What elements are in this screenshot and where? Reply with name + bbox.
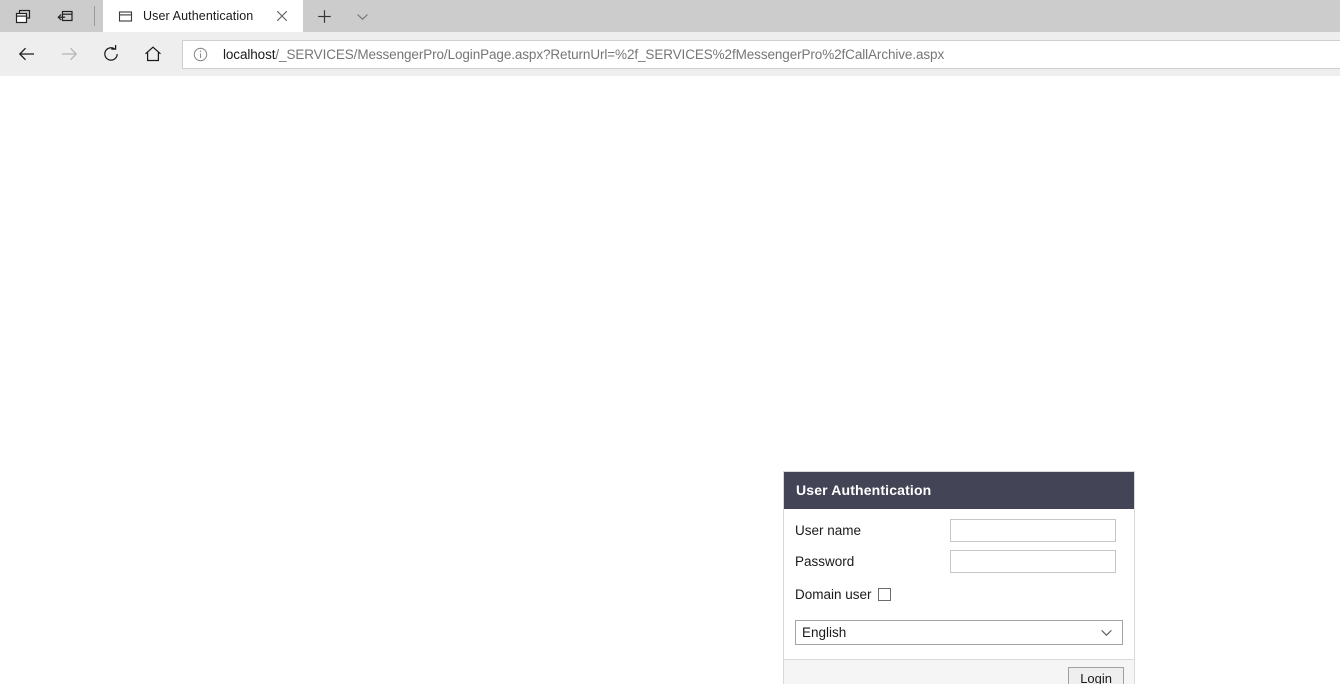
page-icon bbox=[117, 8, 133, 24]
page-viewport: User Authentication User name Password D… bbox=[0, 76, 1340, 684]
home-icon[interactable] bbox=[132, 35, 174, 73]
tab-user-authentication[interactable]: User Authentication bbox=[103, 0, 303, 32]
language-select[interactable]: English bbox=[795, 620, 1123, 645]
address-bar[interactable]: localhost/_SERVICES/MessengerPro/LoginPa… bbox=[182, 39, 1340, 69]
tab-strip-right-actions bbox=[303, 0, 379, 32]
forward-icon[interactable] bbox=[48, 35, 90, 73]
language-select-value: English bbox=[802, 625, 847, 640]
address-bar-url: localhost/_SERVICES/MessengerPro/LoginPa… bbox=[223, 47, 944, 62]
close-icon[interactable] bbox=[269, 3, 295, 29]
username-row: User name bbox=[795, 519, 1123, 542]
language-row: English bbox=[795, 620, 1123, 645]
login-button[interactable]: Login bbox=[1068, 667, 1124, 684]
domain-user-checkbox[interactable] bbox=[877, 588, 891, 601]
chevron-down-icon bbox=[1099, 625, 1114, 640]
password-input[interactable] bbox=[950, 550, 1116, 573]
back-icon[interactable] bbox=[6, 35, 48, 73]
tab-strip-divider bbox=[94, 6, 95, 26]
info-icon[interactable] bbox=[192, 46, 209, 63]
chevron-down-icon[interactable] bbox=[345, 0, 379, 32]
address-bar-path: /_SERVICES/MessengerPro/LoginPage.aspx?R… bbox=[275, 46, 945, 62]
new-tab-icon[interactable] bbox=[307, 0, 341, 32]
username-label: User name bbox=[795, 522, 862, 538]
tab-strip-left-actions bbox=[0, 0, 103, 32]
tab-title: User Authentication bbox=[143, 9, 254, 23]
tabs-set-aside-icon[interactable] bbox=[50, 1, 80, 31]
password-label: Password bbox=[795, 553, 855, 569]
login-card-footer: Login bbox=[784, 659, 1134, 684]
tab-strip: User Authentication bbox=[0, 0, 1340, 32]
address-bar-host: localhost bbox=[223, 46, 276, 62]
browser-window: User Authentication localhost/_SERVICES/… bbox=[0, 0, 1340, 684]
login-card: User Authentication User name Password D… bbox=[783, 471, 1135, 684]
login-card-body: User name Password Domain user English bbox=[784, 509, 1134, 659]
login-card-title: User Authentication bbox=[784, 472, 1134, 509]
username-input[interactable] bbox=[950, 519, 1116, 542]
password-row: Password bbox=[795, 550, 1123, 573]
tab-strip-filler bbox=[379, 0, 1340, 32]
set-tabs-aside-icon[interactable] bbox=[8, 1, 38, 31]
domain-user-label: Domain user bbox=[795, 587, 872, 602]
domain-user-row: Domain user bbox=[795, 587, 1123, 602]
navigation-toolbar: localhost/_SERVICES/MessengerPro/LoginPa… bbox=[0, 32, 1340, 76]
refresh-icon[interactable] bbox=[90, 35, 132, 73]
